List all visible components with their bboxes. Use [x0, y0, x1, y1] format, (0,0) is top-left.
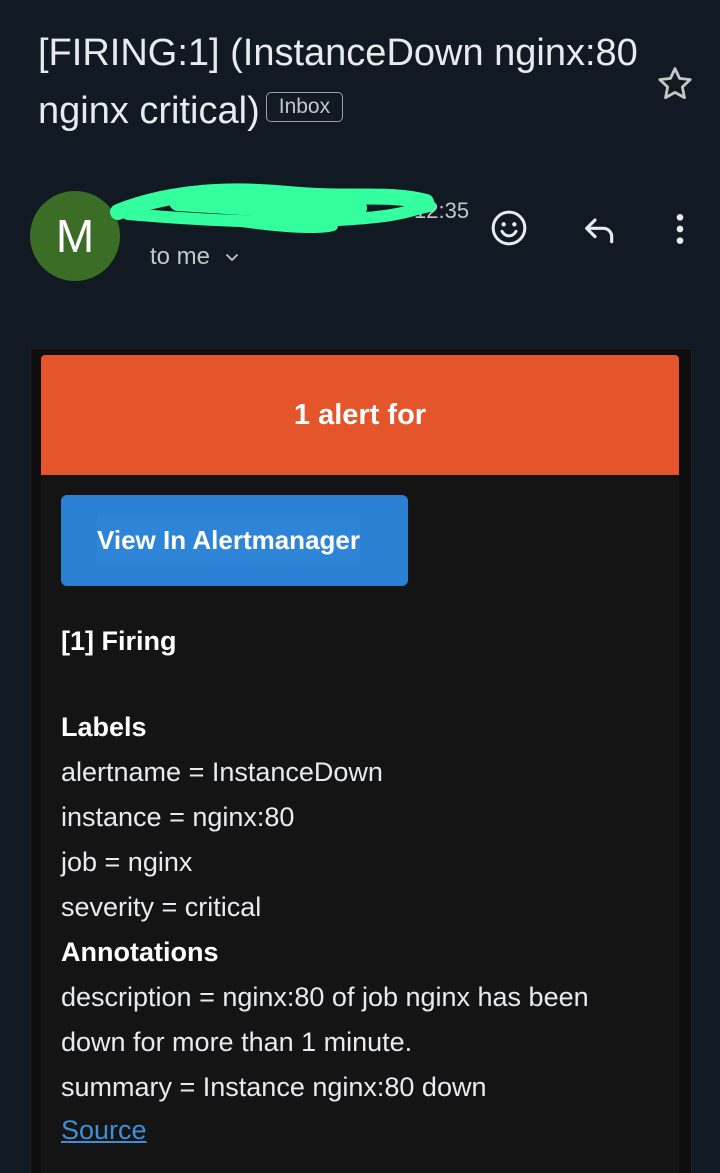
email-view: [FIRING:1] (InstanceDown nginx:80 nginx … [0, 0, 720, 1173]
star-icon[interactable] [654, 63, 696, 105]
label-line: alertname = InstanceDown [61, 757, 383, 787]
recipient-label: to me [150, 243, 211, 270]
email-body: 1 alert for View In Alertmanager [1] Fir… [41, 355, 679, 1173]
label-line: severity = critical [61, 892, 262, 922]
annotation-line: description = nginx:80 of job nginx has … [61, 982, 589, 1012]
firing-heading: [1] Firing [61, 626, 177, 656]
alert-banner: 1 alert for [41, 355, 679, 475]
recipient-toggle[interactable]: to me [150, 243, 240, 271]
redaction-scribble [110, 183, 436, 233]
label-line: instance = nginx:80 [61, 802, 295, 832]
more-vert-icon[interactable] [660, 208, 700, 250]
view-in-alertmanager-label: View In Alertmanager [97, 515, 360, 566]
label-line: job = nginx [61, 847, 193, 877]
annotation-line: summary = Instance nginx:80 down [61, 1072, 487, 1102]
annotations-title: Annotations [61, 937, 219, 967]
inbox-label-chip[interactable]: Inbox [265, 91, 344, 122]
labels-section: Labels alertname = InstanceDown instance… [61, 705, 383, 930]
sender-avatar[interactable]: M [30, 191, 120, 281]
email-subject: [FIRING:1] (InstanceDown nginx:80 nginx … [38, 24, 638, 140]
reply-icon[interactable] [580, 210, 620, 250]
chevron-down-icon [226, 254, 238, 261]
annotation-line: down for more than 1 minute. [61, 1027, 413, 1057]
source-link[interactable]: Source [61, 1115, 147, 1146]
labels-title: Labels [61, 712, 147, 742]
emoji-icon[interactable] [489, 208, 529, 248]
annotations-section: Annotations description = nginx:80 of jo… [61, 930, 589, 1110]
email-body-frame: 1 alert for View In Alertmanager [1] Fir… [30, 348, 692, 1173]
view-in-alertmanager-button[interactable]: View In Alertmanager [61, 495, 408, 586]
